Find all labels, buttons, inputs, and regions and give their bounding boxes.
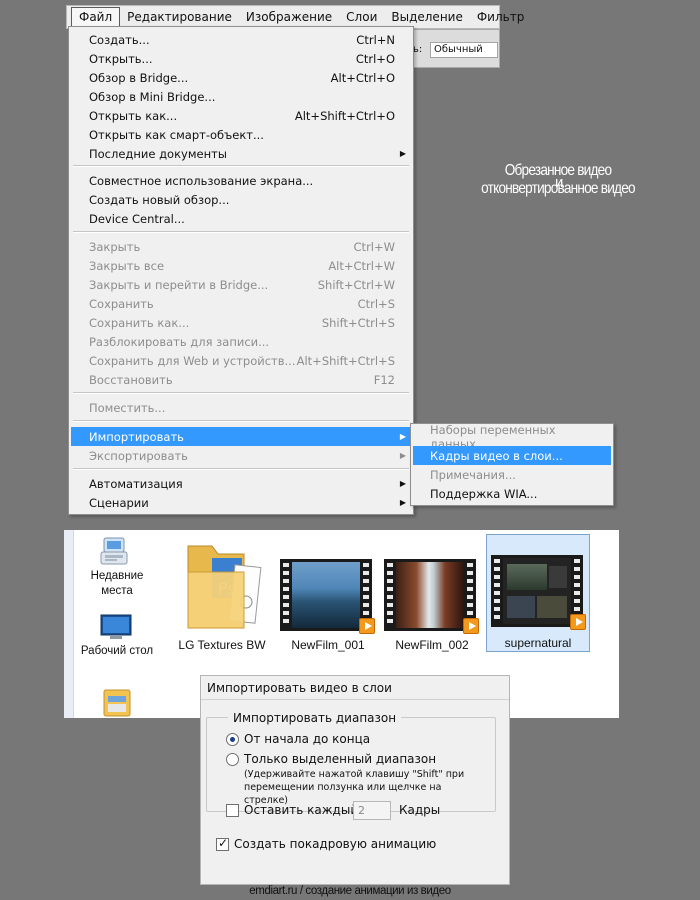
radio-from-start-to-end-label: От начала до конца — [244, 732, 371, 746]
menu-item-save[interactable]: Сохранить Ctrl+S — [71, 294, 411, 313]
make-frame-animation-checkbox[interactable] — [216, 836, 229, 851]
menu-item-close-all[interactable]: Закрыть все Alt+Ctrl+W — [71, 256, 411, 275]
blend-mode-label: ь: — [413, 44, 423, 55]
menu-item-device-central[interactable]: Device Central... — [71, 209, 411, 228]
menu-edit[interactable]: Редактирование — [120, 7, 239, 27]
menu-item-save-for-web[interactable]: Сохранить для Web и устройств... Alt+Shif… — [71, 351, 411, 370]
folder-icon: Ps — [182, 536, 262, 632]
submenu-arrow-icon: ▶ — [399, 498, 406, 507]
caption: Обрезанное видео и отконвертированное ви… — [448, 160, 668, 200]
menu-layers[interactable]: Слои — [339, 7, 384, 27]
submenu-item-variable-data-sets[interactable]: Наборы переменных данных... — [413, 423, 611, 451]
menu-item-export[interactable]: Экспортировать ▶ — [71, 446, 411, 465]
file-name: NewFilm_002 — [395, 638, 469, 652]
nav-desktop[interactable]: Рабочий стол — [76, 644, 158, 659]
limit-every-label: Оставить каждый — [244, 803, 359, 817]
explorer-left-edge — [64, 530, 74, 718]
submenu-item-wia-support[interactable]: Поддержка WIA... — [413, 484, 611, 503]
radio-selected-range-label: Только выделенный диапазон — [244, 752, 437, 766]
file-video-newfilm-002[interactable]: NewFilm_002 — [382, 534, 482, 654]
submenu-arrow-icon: ▶ — [399, 479, 406, 488]
limit-every-checkbox[interactable] — [226, 804, 239, 817]
menu-item-browse-bridge[interactable]: Обзор в Bridge... Alt+Ctrl+O — [71, 68, 411, 87]
menu-separator — [73, 468, 409, 470]
menu-item-share-screen[interactable]: Совместное использование экрана... — [71, 171, 411, 190]
video-play-icon — [359, 618, 375, 634]
radio-selected-range[interactable] — [226, 753, 239, 766]
limit-every-unit: Кадры — [399, 803, 441, 817]
menu-select[interactable]: Выделение — [384, 7, 469, 27]
menu-item-close-go-bridge[interactable]: Закрыть и перейти в Bridge... Shift+Ctrl+… — [71, 275, 411, 294]
file-video-supernatural[interactable]: supernatural — [486, 534, 590, 652]
file-name: LG Textures BW — [178, 638, 266, 652]
menu-item-recent[interactable]: Последние документы ▶ — [71, 144, 411, 163]
limit-every-input[interactable]: 2 — [353, 801, 391, 820]
video-thumbnail — [280, 559, 375, 634]
submenu-item-notes[interactable]: Примечания... — [413, 465, 611, 484]
submenu-item-video-frames-to-layers[interactable]: Кадры видео в слои... — [413, 446, 611, 465]
video-thumbnail — [491, 555, 586, 630]
menu-item-new-review[interactable]: Создать новый обзор... — [71, 190, 411, 209]
menu-item-new[interactable]: Создать... Ctrl+N — [71, 30, 411, 49]
blend-mode-select[interactable]: Обычный — [430, 42, 498, 58]
menu-filter[interactable]: Фильтр — [470, 7, 531, 27]
video-play-icon — [463, 618, 479, 634]
menu-item-import[interactable]: Импортировать ▶ — [71, 427, 411, 446]
submenu-arrow-icon: ▶ — [399, 149, 406, 158]
menu-item-browse-mini-bridge[interactable]: Обзор в Mini Bridge... — [71, 87, 411, 106]
file-name: supernatural — [504, 636, 572, 650]
file-name: NewFilm_001 — [291, 638, 365, 652]
desktop-icon — [100, 614, 132, 640]
menu-item-open[interactable]: Открыть... Ctrl+O — [71, 49, 411, 68]
menu-item-open-smart-object[interactable]: Открыть как смарт-объект... — [71, 125, 411, 144]
footer-credit: emdiart.ru / создание анимации из видео — [249, 885, 451, 897]
import-video-dialog: Импортировать видео в слои Импортировать… — [200, 675, 510, 885]
menu-item-save-as[interactable]: Сохранить как... Shift+Ctrl+S — [71, 313, 411, 332]
menu-item-open-as[interactable]: Открыть как... Alt+Shift+Ctrl+O — [71, 106, 411, 125]
menu-separator — [73, 420, 409, 422]
menu-separator — [73, 165, 409, 167]
submenu-arrow-icon: ▶ — [399, 432, 406, 441]
range-group-label: Импортировать диапазон — [228, 711, 402, 725]
video-play-icon — [570, 614, 586, 630]
import-submenu: Наборы переменных данных... Кадры видео … — [410, 423, 614, 506]
make-frame-animation-label: Создать покадровую анимацию — [234, 837, 437, 851]
caption-line-2: отконвертированное видео — [481, 180, 635, 197]
nav-recent-places[interactable]: Недавние места — [84, 569, 150, 599]
radio-from-start-to-end[interactable] — [226, 733, 239, 746]
libraries-icon — [102, 686, 132, 718]
recent-places-icon — [98, 536, 132, 568]
menu-item-revert[interactable]: Восстановить F12 — [71, 370, 411, 389]
video-thumbnail — [384, 559, 479, 634]
menu-item-place[interactable]: Поместить... — [71, 398, 411, 417]
menu-item-close[interactable]: Закрыть Ctrl+W — [71, 237, 411, 256]
menu-item-scripts[interactable]: Сценарии ▶ — [71, 493, 411, 512]
menu-item-unlock-write[interactable]: Разблокировать для записи... — [71, 332, 411, 351]
file-video-newfilm-001[interactable]: NewFilm_001 — [278, 534, 378, 654]
file-folder-lg-textures[interactable]: Ps LG Textures BW — [172, 534, 272, 654]
dialog-title: Импортировать видео в слои — [201, 676, 509, 700]
menu-file[interactable]: Файл — [71, 7, 121, 27]
menu-separator — [73, 231, 409, 233]
menu-separator — [73, 392, 409, 394]
menu-image[interactable]: Изображение — [239, 7, 339, 27]
file-menu: Создать... Ctrl+N Открыть... Ctrl+O Обзор … — [68, 26, 414, 515]
submenu-arrow-icon: ▶ — [399, 451, 406, 460]
menu-item-automate[interactable]: Автоматизация ▶ — [71, 474, 411, 493]
